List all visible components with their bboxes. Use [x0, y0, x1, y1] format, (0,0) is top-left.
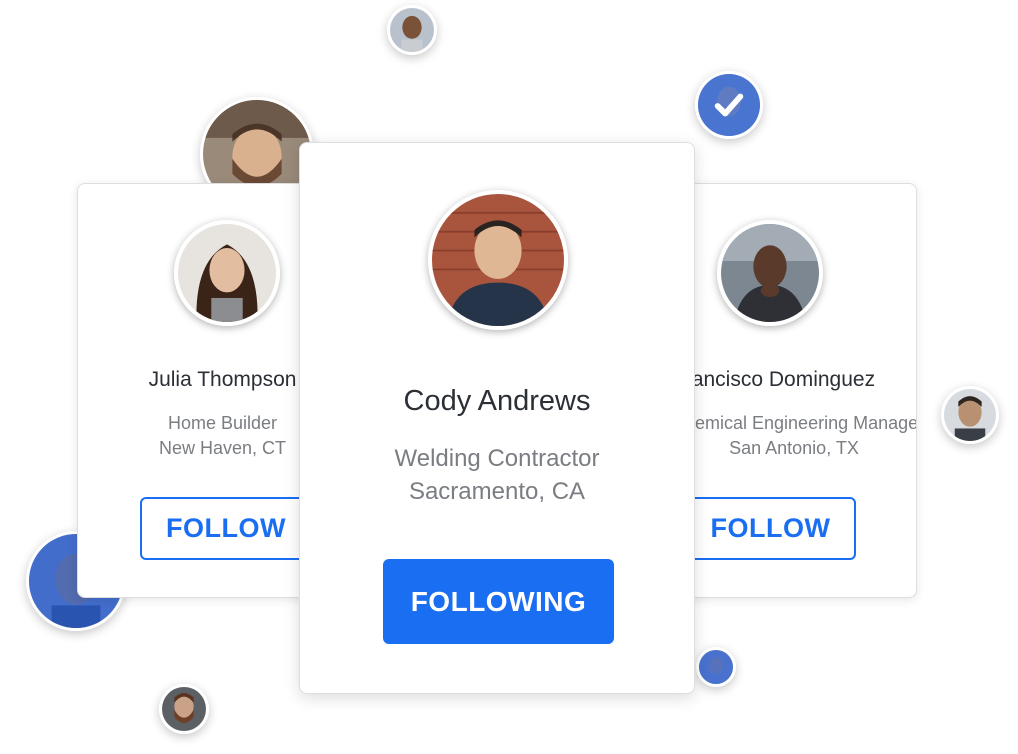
- profile-role: Home Builder: [167, 413, 278, 433]
- profile-role: Chemical Engineering Manager: [672, 413, 917, 433]
- profile-name: Francisco Dominguez: [672, 368, 876, 391]
- floating-avatar-right[interactable]: [941, 386, 999, 444]
- profile-card-left: Julia Thompson Home Builder New Haven, C…: [77, 183, 323, 598]
- floating-avatar-bottom-left[interactable]: [159, 684, 209, 734]
- profile-location: Sacramento, CA: [408, 478, 586, 505]
- profile-name: Julia Thompson: [148, 368, 297, 391]
- avatar[interactable]: [717, 220, 823, 326]
- people-suggestions-stage: Julia Thompson Home Builder New Haven, C…: [0, 0, 1018, 754]
- profile-location: San Antonio, TX: [729, 438, 859, 458]
- profile-card-right: Francisco Dominguez Chemical Engineering…: [671, 183, 917, 598]
- profile-name: Cody Andrews: [403, 385, 591, 417]
- floating-avatar-top[interactable]: [387, 5, 437, 55]
- following-button[interactable]: FOLLOWING: [383, 559, 614, 644]
- avatar[interactable]: [174, 220, 280, 326]
- floating-avatar-verified[interactable]: [695, 71, 763, 139]
- profile-role: Welding Contractor: [394, 445, 600, 472]
- avatar[interactable]: [428, 190, 568, 330]
- profile-card-center: Cody Andrews Welding Contractor Sacramen…: [299, 142, 695, 694]
- floating-avatar-bottom-small[interactable]: [696, 647, 736, 687]
- follow-button[interactable]: FOLLOW: [685, 497, 856, 560]
- profile-location: New Haven, CT: [158, 438, 287, 458]
- check-icon: [698, 74, 760, 136]
- follow-button[interactable]: FOLLOW: [140, 497, 312, 560]
